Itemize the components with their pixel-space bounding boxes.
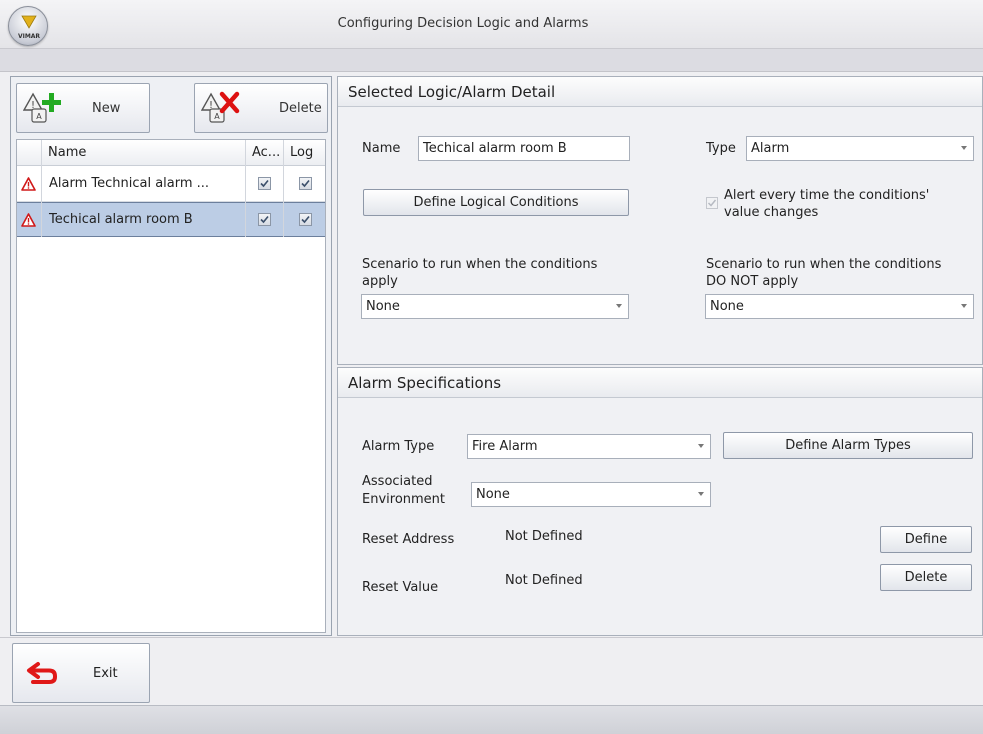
list-item-selected[interactable]: Techical alarm room B: [17, 202, 325, 237]
type-label: Type: [706, 141, 736, 156]
alarm-panel-header: Alarm Specifications: [338, 368, 982, 398]
alert-every-time-checkbox[interactable]: [706, 197, 718, 209]
exit-button-label: Exit: [93, 666, 118, 681]
active-checkbox[interactable]: [258, 213, 271, 226]
check-icon: [260, 215, 269, 224]
reset-address-label: Reset Address: [362, 532, 455, 547]
associated-environment-select[interactable]: None: [471, 482, 711, 507]
scenario-not-apply-label-2: DO NOT apply: [706, 274, 799, 289]
reset-value-value: Not Defined: [505, 573, 583, 588]
delete-reset-button[interactable]: Delete: [880, 564, 972, 591]
svg-text:A: A: [214, 112, 220, 121]
column-divider: [283, 140, 284, 237]
check-icon: [260, 179, 269, 188]
chevron-down-icon: [961, 304, 967, 308]
active-checkbox[interactable]: [258, 177, 271, 190]
scenario-not-apply-value: None: [710, 299, 744, 314]
name-label: Name: [362, 141, 401, 156]
delete-alarm-icon: ! A: [201, 91, 240, 123]
new-button[interactable]: ! A New: [16, 83, 150, 133]
column-divider: [41, 140, 42, 237]
scenario-not-apply-select[interactable]: None: [705, 294, 974, 319]
associated-environment-value: None: [476, 487, 510, 502]
window-title: Configuring Decision Logic and Alarms: [337, 16, 589, 31]
logic-detail-panel: Selected Logic/Alarm Detail Name Techica…: [337, 76, 983, 365]
bottom-bar: Exit: [0, 637, 983, 705]
exit-button[interactable]: Exit: [12, 643, 150, 703]
chevron-down-icon: [698, 444, 704, 448]
scenario-not-apply-label: Scenario to run when the conditions: [706, 257, 942, 272]
warning-icon: [21, 213, 36, 227]
define-alarm-types-button[interactable]: Define Alarm Types: [723, 432, 973, 459]
reset-value-label: Reset Value: [362, 580, 439, 595]
logo-text: VIMAR: [17, 33, 41, 40]
list-item[interactable]: Alarm Technical alarm ...: [17, 167, 325, 202]
define-reset-address-button[interactable]: Define: [880, 526, 972, 553]
alert-every-time-label: Alert every time the conditions': [724, 188, 930, 203]
name-input[interactable]: Techical alarm room B: [418, 136, 630, 161]
logic-list-panel: ! A New ! A Delete Name Ac... Log Alarm …: [10, 76, 332, 636]
column-header-active[interactable]: Ac...: [245, 140, 283, 166]
scenario-apply-select[interactable]: None: [361, 294, 629, 319]
warning-icon: [21, 177, 36, 191]
define-logical-conditions-button[interactable]: Define Logical Conditions: [363, 189, 629, 216]
delete-button[interactable]: ! A Delete: [194, 83, 328, 133]
alarm-type-select[interactable]: Fire Alarm: [467, 434, 711, 459]
menu-strip: [0, 49, 983, 72]
alarm-specifications-panel: Alarm Specifications Alarm Type Fire Ala…: [337, 367, 983, 636]
new-alarm-icon: ! A: [23, 92, 61, 123]
alarm-type-label: Alarm Type: [362, 439, 435, 454]
svg-text:A: A: [36, 112, 42, 121]
chevron-down-icon: [961, 146, 967, 150]
list-item-name: Techical alarm room B: [49, 212, 193, 227]
log-checkbox[interactable]: [299, 177, 312, 190]
list-item-name: Alarm Technical alarm ...: [49, 176, 210, 191]
associated-environment-label: Associated: [362, 474, 433, 489]
scenario-apply-label-2: apply: [362, 274, 398, 289]
check-icon: [707, 199, 717, 207]
alarm-type-value: Fire Alarm: [472, 439, 538, 454]
log-checkbox[interactable]: [299, 213, 312, 226]
chevron-down-icon: [616, 304, 622, 308]
logic-alarm-grid: Name Ac... Log Alarm Technical alarm ...: [16, 139, 326, 633]
column-header-log[interactable]: Log: [283, 140, 325, 166]
new-button-label: New: [92, 101, 121, 116]
scenario-apply-label: Scenario to run when the conditions: [362, 257, 598, 272]
associated-environment-label-2: Environment: [362, 492, 446, 507]
scenario-apply-value: None: [366, 299, 400, 314]
alert-every-time-label-2: value changes: [724, 205, 819, 220]
title-bar: VIMAR Configuring Decision Logic and Ala…: [0, 0, 983, 49]
type-select-value: Alarm: [751, 141, 790, 156]
chevron-down-icon: [698, 492, 704, 496]
exit-arrow-icon: [27, 662, 57, 684]
column-divider: [245, 140, 246, 237]
reset-address-value: Not Defined: [505, 529, 583, 544]
column-header-name[interactable]: Name: [41, 140, 245, 166]
check-icon: [301, 179, 310, 188]
detail-panel-header: Selected Logic/Alarm Detail: [338, 77, 982, 107]
main-window: VIMAR Configuring Decision Logic and Ala…: [0, 0, 983, 734]
check-icon: [301, 215, 310, 224]
type-select[interactable]: Alarm: [746, 136, 974, 161]
status-bar: [0, 705, 983, 734]
delete-button-label: Delete: [279, 101, 322, 116]
grid-header: Name Ac... Log: [17, 140, 325, 166]
